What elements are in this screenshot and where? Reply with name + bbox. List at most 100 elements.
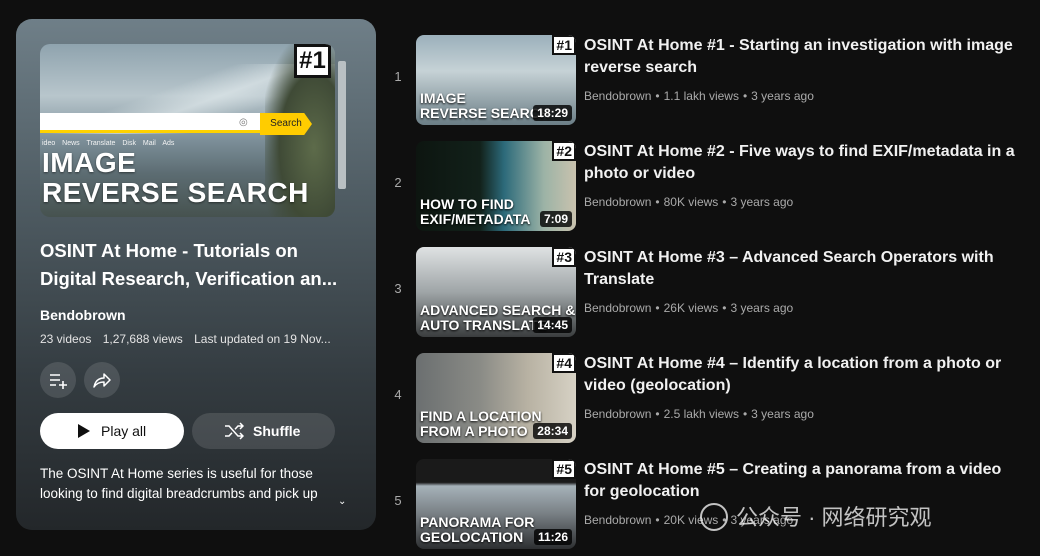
thumbnail-caption-line1: HOW TO FIND [420, 196, 514, 212]
thumbnail-caption-line1: IMAGE [420, 90, 466, 106]
video-title[interactable]: OSINT At Home #5 – Creating a panorama f… [584, 459, 1024, 503]
video-thumbnail[interactable]: #2 HOW TO FIND EXIF/METADATA 7:09 [416, 141, 576, 231]
save-to-playlist-button[interactable] [40, 362, 76, 398]
video-meta: Bendobrown • 26K views • 3 years ago [584, 301, 793, 315]
thumbnail-caption: HOW TO FIND EXIF/METADATA [420, 197, 530, 227]
video-duration: 14:45 [533, 317, 572, 333]
video-item-3[interactable]: 3 #3 ADVANCED SEARCH & AUTO TRANSLATE 14… [386, 247, 1036, 339]
upload-age: 3 years ago [730, 195, 794, 209]
video-title[interactable]: OSINT At Home #2 - Five ways to find EXI… [584, 141, 1024, 185]
view-count: 2.5 lakh views [663, 407, 739, 421]
thumbnail-caption-line1: ADVANCED SEARCH & [420, 302, 576, 318]
meta-separator: • [655, 513, 660, 527]
channel-name[interactable]: Bendobrown [584, 89, 651, 103]
thumbnail-badge: #2 [552, 141, 576, 161]
shuffle-button[interactable]: Shuffle [192, 413, 335, 449]
video-item-4[interactable]: 4 #4 FIND A LOCATION FROM A PHOTO 28:34 … [386, 353, 1036, 445]
play-icon [78, 424, 90, 438]
meta-separator: • [655, 89, 660, 103]
meta-separator: • [742, 89, 748, 103]
video-thumbnail[interactable]: #4 FIND A LOCATION FROM A PHOTO 28:34 [416, 353, 576, 443]
thumbnail-badge: #1 [552, 35, 576, 55]
share-icon [93, 373, 111, 388]
view-count: 1.1 lakh views [663, 89, 739, 103]
shuffle-label: Shuffle [253, 423, 301, 439]
thumbnail-search-button: Search [260, 113, 312, 135]
upload-age: 3 years ago [751, 407, 814, 421]
thumbnail-caption-line2: EXIF/METADATA [420, 211, 531, 227]
watermark: 公众号 · 网络研究观 [700, 500, 932, 532]
panel-scrollbar[interactable] [338, 61, 346, 189]
play-all-button[interactable]: Play all [40, 413, 184, 449]
video-meta: Bendobrown • 2.5 lakh views • 3 years ago [584, 407, 814, 421]
thumbnail-badge: #5 [552, 459, 576, 479]
video-index: 3 [394, 281, 402, 296]
view-count: 26K views [663, 301, 719, 315]
thumbnail-caption-line2: FROM A PHOTO [420, 423, 528, 439]
thumbnail-badge: #4 [552, 353, 576, 373]
channel-name[interactable]: Bendobrown [584, 195, 651, 209]
thumbnail-caption: PANORAMA FOR GEOLOCATION [420, 515, 534, 545]
thumbnail-caption-line2: GEOLOCATION [420, 529, 524, 545]
video-index: 4 [394, 387, 402, 402]
playlist-thumbnail[interactable]: #1 ◎ Search ideo News Translate Disk Mai… [40, 44, 335, 217]
video-duration: 28:34 [533, 423, 572, 439]
video-count: 23 videos [40, 332, 92, 346]
video-meta: Bendobrown • 1.1 lakh views • 3 years ago [584, 89, 814, 103]
thumbnail-caption-line1: FIND A LOCATION [420, 408, 542, 424]
meta-separator: • [722, 195, 727, 209]
thumbnail-badge: #3 [552, 247, 576, 267]
channel-name[interactable]: Bendobrown [584, 407, 651, 421]
shuffle-icon [225, 422, 244, 440]
episode-badge: #1 [294, 44, 331, 78]
video-duration: 18:29 [533, 105, 572, 121]
video-thumbnail[interactable]: #1 IMAGE REVERSE SEARCH 18:29 [416, 35, 576, 125]
playlist-stats: 23 videos 1,27,688 views Last updated on… [40, 332, 339, 346]
meta-separator: • [722, 301, 727, 315]
meta-separator: • [655, 301, 660, 315]
video-index: 2 [394, 175, 402, 190]
thumbnail-search-bar [40, 113, 298, 133]
playlist-title[interactable]: OSINT At Home - Tutorials on Digital Res… [40, 237, 340, 293]
channel-name[interactable]: Bendobrown [584, 513, 651, 527]
thumbnail-caption: IMAGE REVERSE SEARCH [420, 91, 550, 121]
thumbnail-caption: FIND A LOCATION FROM A PHOTO [420, 409, 542, 439]
share-button[interactable] [84, 362, 120, 398]
playlist-panel: #1 ◎ Search ideo News Translate Disk Mai… [16, 19, 376, 530]
video-title[interactable]: OSINT At Home #3 – Advanced Search Opera… [584, 247, 1024, 291]
upload-age: 3 years ago [751, 89, 814, 103]
video-duration: 7:09 [539, 211, 572, 227]
last-updated: Last updated on 19 Nov... [194, 332, 331, 346]
channel-name[interactable]: Bendobrown [584, 301, 651, 315]
video-item-1[interactable]: 1 #1 IMAGE REVERSE SEARCH 18:29 OSINT At… [386, 35, 1036, 127]
upload-age: 3 years ago [730, 301, 794, 315]
camera-icon: ◎ [239, 117, 248, 128]
thumbnail-caption-line1: IMAGE [42, 147, 137, 178]
wechat-icon [700, 503, 728, 531]
thumbnail-caption-line2: REVERSE SEARCH [42, 177, 309, 208]
playlist-owner[interactable]: Bendobrown [40, 307, 126, 323]
thumbnail-links: ideo News Translate Disk Mail Ads [42, 140, 175, 147]
thumbnail-caption-line1: PANORAMA FOR [420, 514, 535, 530]
play-all-label: Play all [101, 423, 147, 439]
meta-separator: • [742, 407, 748, 421]
video-index: 5 [394, 493, 402, 508]
video-thumbnail[interactable]: #5 PANORAMA FOR GEOLOCATION 11:26 [416, 459, 576, 549]
video-item-2[interactable]: 2 #2 HOW TO FIND EXIF/METADATA 7:09 OSIN… [386, 141, 1036, 233]
view-count: 80K views [663, 195, 719, 209]
video-title[interactable]: OSINT At Home #1 - Starting an investiga… [584, 35, 1024, 79]
playlist-add-icon [50, 374, 67, 389]
thumbnail-caption-line2: REVERSE SEARCH [420, 105, 550, 121]
chevron-down-icon[interactable]: ⌄ [338, 496, 346, 507]
thumbnail-caption: IMAGE REVERSE SEARCH [42, 148, 309, 208]
meta-separator: • [655, 195, 660, 209]
video-meta: Bendobrown • 80K views • 3 years ago [584, 195, 793, 209]
video-index: 1 [394, 69, 402, 84]
video-thumbnail[interactable]: #3 ADVANCED SEARCH & AUTO TRANSLATE 14:4… [416, 247, 576, 337]
video-title[interactable]: OSINT At Home #4 – Identify a location f… [584, 353, 1024, 397]
video-duration: 11:26 [533, 529, 572, 545]
playlist-views: 1,27,688 views [102, 332, 183, 346]
playlist-description: The OSINT At Home series is useful for t… [40, 466, 318, 501]
watermark-text: 公众号 · 网络研究观 [736, 505, 932, 530]
meta-separator: • [655, 407, 660, 421]
